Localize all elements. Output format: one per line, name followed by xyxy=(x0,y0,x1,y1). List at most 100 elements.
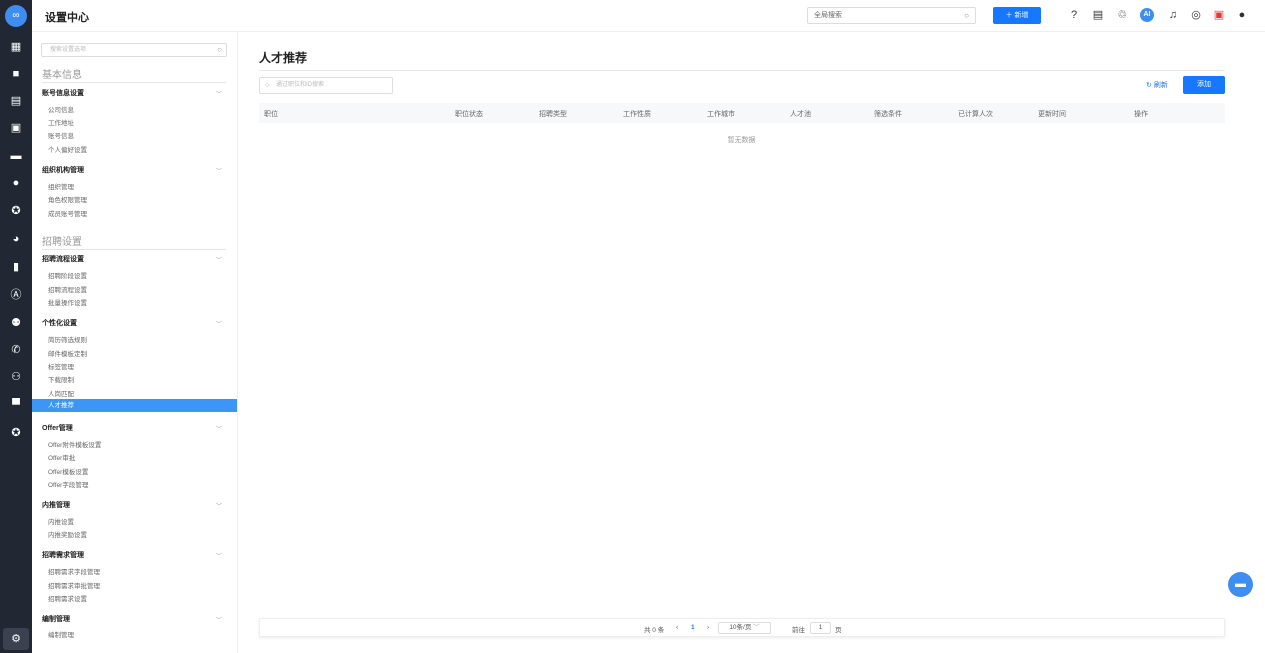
column-header[interactable]: 人才池 xyxy=(790,109,811,119)
section-divider xyxy=(42,249,226,250)
user-add-icon[interactable]: ⚇ xyxy=(8,369,24,385)
column-header[interactable]: 筛选条件 xyxy=(874,109,902,119)
wechat-icon[interactable]: ● xyxy=(8,175,24,191)
dashboard-icon[interactable]: ▦ xyxy=(8,39,24,55)
main-content: 人才推荐 ○ 通过职位和ID搜索 ↻ 刷新 添加 职位 职位状态 招聘类型 工作性… xyxy=(238,32,1265,653)
page-size-select[interactable]: 10条/页 ﹀ xyxy=(718,622,771,634)
sidebar-item[interactable]: 邮件模板定制 xyxy=(48,348,87,358)
sidebar-search-input[interactable]: 搜索设置选项 ○ xyxy=(41,43,227,57)
sidebar-item[interactable]: 内推奖励设置 xyxy=(48,529,87,539)
position-search-input[interactable]: ○ 通过职位和ID搜索 xyxy=(259,77,393,94)
global-search-placeholder: 全局搜索 xyxy=(814,12,842,19)
sidebar-item[interactable]: 角色权限管理 xyxy=(48,194,87,204)
column-header[interactable]: 操作 xyxy=(1134,109,1148,119)
sidebar-item[interactable]: 简历筛选规则 xyxy=(48,334,87,344)
group-headcount[interactable]: 编制管理 xyxy=(42,614,70,624)
group-offer[interactable]: Offer管理 xyxy=(42,423,73,433)
group-account[interactable]: 账号信息设置 xyxy=(42,88,84,98)
column-header[interactable]: 工作性质 xyxy=(623,109,651,119)
pager-prev[interactable]: ‹ xyxy=(676,624,678,631)
sidebar-item[interactable]: 账号信息 xyxy=(48,130,74,140)
circle-icon[interactable]: ✪ xyxy=(8,425,24,441)
sidebar-item[interactable]: Offer模板设置 xyxy=(48,466,88,476)
chevron-down-icon[interactable]: ﹀ xyxy=(216,319,222,328)
sidebar-item[interactable]: 公司信息 xyxy=(48,104,74,114)
section-title-basic: 基本信息 xyxy=(42,70,82,81)
sidebar-item[interactable]: 招聘需求审批管理 xyxy=(48,580,100,590)
phone-icon[interactable]: ✆ xyxy=(8,342,24,358)
plugin-icon[interactable]: ♲ xyxy=(1115,8,1129,22)
sidebar-item[interactable]: Offer字段管理 xyxy=(48,479,88,489)
column-header[interactable]: 职位状态 xyxy=(455,109,483,119)
goto-input[interactable]: 1 xyxy=(810,622,831,634)
chevron-down-icon[interactable]: ﹀ xyxy=(216,255,222,264)
page-unit: 页 xyxy=(835,627,842,634)
sidebar-item[interactable]: 人岗匹配 xyxy=(48,388,74,398)
ai-icon[interactable]: AI xyxy=(1140,8,1154,22)
new-button[interactable]: ＋ 新增 xyxy=(993,7,1041,24)
a-icon[interactable]: Ⓐ xyxy=(8,287,24,303)
user-icon[interactable]: ● xyxy=(1235,8,1249,22)
refresh-button[interactable]: ↻ 刷新 xyxy=(1146,80,1168,90)
sidebar-item[interactable]: 组织管理 xyxy=(48,181,74,191)
sidebar-search-placeholder: 搜索设置选项 xyxy=(50,47,87,53)
chevron-down-icon: ﹀ xyxy=(753,624,760,631)
sidebar-item[interactable]: 招聘需求设置 xyxy=(48,593,87,603)
chevron-down-icon[interactable]: ﹀ xyxy=(216,424,222,433)
group-personalize[interactable]: 个性化设置 xyxy=(42,318,77,328)
users-icon[interactable]: ⚉ xyxy=(8,315,24,331)
pager-page[interactable]: 1 xyxy=(691,624,695,631)
page-title: 人才推荐 xyxy=(259,51,308,65)
sidebar-item-active[interactable]: 人才推荐 xyxy=(32,399,237,412)
briefcase-icon[interactable]: ■ xyxy=(8,66,24,82)
column-header[interactable]: 更新时间 xyxy=(1038,109,1066,119)
group-org[interactable]: 组织机构管理 xyxy=(42,165,84,175)
sidebar-item[interactable]: 下载限制 xyxy=(48,374,74,384)
sidebar-item[interactable]: 标签管理 xyxy=(48,361,74,371)
add-button[interactable]: 添加 xyxy=(1183,76,1225,94)
sidebar-item[interactable]: Offer附件模板设置 xyxy=(48,439,101,449)
column-header[interactable]: 已计算人次 xyxy=(958,109,993,119)
pie-icon[interactable]: ◕ xyxy=(8,231,24,247)
group-demand[interactable]: 招聘需求管理 xyxy=(42,550,84,560)
resume-icon[interactable]: ▤ xyxy=(8,93,24,109)
chevron-down-icon[interactable]: ﹀ xyxy=(216,615,222,624)
logo-icon[interactable]: ∞ xyxy=(5,5,27,27)
page-size-value: 10条/页 xyxy=(729,624,752,631)
sidebar-item[interactable]: 招聘需求字段管理 xyxy=(48,566,100,576)
doc-icon[interactable]: ▤ xyxy=(1091,8,1105,22)
column-header[interactable]: 工作城市 xyxy=(707,109,735,119)
global-search-input[interactable]: 全局搜索 ○ xyxy=(807,7,976,24)
chevron-down-icon[interactable]: ﹀ xyxy=(216,551,222,560)
idcard-icon[interactable]: ▬ xyxy=(8,148,24,164)
group-flow[interactable]: 招聘流程设置 xyxy=(42,254,84,264)
sidebar-item[interactable]: 成员账号管理 xyxy=(48,208,87,218)
star-icon[interactable]: ✪ xyxy=(8,203,24,219)
search-icon: ○ xyxy=(217,45,222,54)
sidebar-item[interactable]: 内推设置 xyxy=(48,516,74,526)
sidebar-item[interactable]: 工作地址 xyxy=(48,117,74,127)
help-icon[interactable]: ? xyxy=(1067,8,1081,22)
sidebar-item[interactable]: 招聘流程设置 xyxy=(48,284,87,294)
sidebar-item[interactable]: Offer审批 xyxy=(48,452,75,462)
message-icon[interactable]: ▀ xyxy=(8,397,24,413)
sidebar-item[interactable]: 个人偏好设置 xyxy=(48,144,87,154)
column-header[interactable]: 招聘类型 xyxy=(539,109,567,119)
bar-chart-icon[interactable]: ▮ xyxy=(8,259,24,275)
settings-icon[interactable]: ⚙ xyxy=(3,628,29,650)
pager-next[interactable]: › xyxy=(707,624,709,631)
chevron-down-icon[interactable]: ﹀ xyxy=(216,501,222,510)
chat-icon[interactable]: ▬ xyxy=(1228,572,1253,597)
compass-icon[interactable]: ◎ xyxy=(1189,8,1203,22)
column-header[interactable]: 职位 xyxy=(264,109,278,119)
sidebar-item[interactable]: 批量操作设置 xyxy=(48,297,87,307)
calendar-icon[interactable]: ▣ xyxy=(8,120,24,136)
gift-icon[interactable]: ▣ xyxy=(1212,8,1226,22)
sidebar-item[interactable]: 招聘阶段设置 xyxy=(48,270,87,280)
chevron-down-icon[interactable]: ﹀ xyxy=(216,89,222,98)
bell-icon[interactable]: ♫ xyxy=(1166,8,1180,22)
group-referral[interactable]: 内推管理 xyxy=(42,500,70,510)
sidebar-item[interactable]: 编制管理 xyxy=(48,629,74,639)
chevron-down-icon[interactable]: ﹀ xyxy=(216,166,222,175)
top-header: 设置中心 全局搜索 ○ ＋ 新增 ? ▤ ♲ AI ♫ ◎ ▣ ● xyxy=(32,0,1265,32)
